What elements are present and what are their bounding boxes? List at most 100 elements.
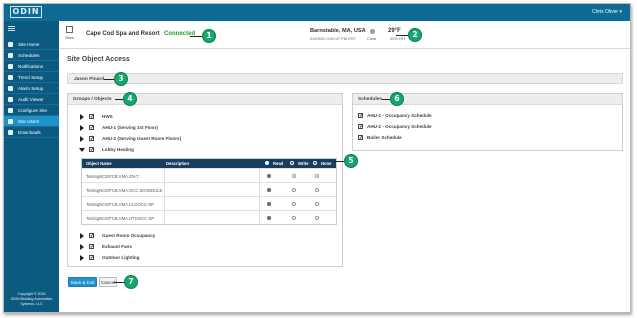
schedule-checkbox[interactable]: ✓ [358,124,363,130]
col-description: Description [166,161,190,166]
expand-arrow-icon[interactable] [80,255,84,261]
group-checkbox[interactable]: ✓ [89,114,94,120]
sidebar-item-label: Downloads [18,130,41,135]
schedule-checkbox[interactable]: ✓ [358,113,363,119]
table-row: TestingNCE/FCB.VMA.OCC.SCHEDULE [82,182,336,197]
users-icon [8,119,13,124]
sidebar-item-trend-setup[interactable]: Trend Setup [4,72,59,83]
group-row: ✓ Outdoor Lighting [80,254,330,262]
callout-leader [190,36,202,37]
read-radio[interactable] [267,202,271,206]
callout-2: 2 [408,28,422,42]
chart-icon [8,75,13,80]
object-name-cell: TestingNCE/FCB.VMA.ZN-T [86,174,139,179]
collapse-arrow-icon[interactable] [79,148,85,152]
sidebar-item-site-users[interactable]: Site Users [4,116,59,127]
humidity: 40% RH [390,36,405,41]
write-radio[interactable] [292,174,296,178]
site-location: Barnstable, MA, USA [310,28,366,34]
sidebar-item-notifications[interactable]: Notifications [4,61,59,72]
group-label: Guest Room Occupancy [102,233,156,238]
read-radio[interactable] [267,174,271,178]
bell-icon [8,64,13,69]
site-datetime: 01/09/20 4:00:47 PM EST [310,36,357,41]
group-row: ✓ AHU-2 (Serving Guest Room Floors) [80,135,330,143]
schedule-label: Boiler Schedule [367,135,402,140]
write-radio[interactable] [292,202,296,206]
read-radio[interactable] [267,188,271,192]
expand-arrow-icon[interactable] [80,233,84,239]
schedule-label: AHU-1 - Occupancy Schedule [367,113,432,118]
write-radio[interactable] [292,216,296,220]
group-label: Exhaust Fans [102,244,132,249]
table-body: TestingNCE/FCB.VMA.ZN-T TestingNCE/FCB.VM… [82,168,336,225]
callout-7: 7 [124,275,138,289]
schedule-checkbox[interactable]: ✓ [358,135,363,141]
sidebar-item-schedules[interactable]: Schedules [4,50,59,61]
expand-arrow-icon[interactable] [80,125,84,131]
app-window: ODIN Chris Oliver ▾ Site Home Schedules No… [3,3,631,313]
group-checkbox[interactable]: ✓ [89,244,94,250]
schedule-row: ✓ Boiler Schedule [358,134,608,142]
sidebar-item-audit-viewer[interactable]: Audit Viewer [4,94,59,105]
group-row: ✓ Lobby Heating [79,146,330,154]
menu-toggle-icon[interactable] [8,26,15,31]
table-row: TestingNCE/FCB.VMA.CLGOCC-SP [82,196,336,211]
sidebar-item-label: Site Users [18,119,40,124]
sites-label[interactable]: Sites [65,35,74,40]
column-divider [164,183,165,197]
copyright: Copyright © 2018 ODIN Building Automatio… [6,292,57,307]
save-exit-button[interactable]: Save & Exit [68,277,97,287]
group-row: ✓ Guest Room Occupancy [80,232,330,240]
download-icon [8,130,13,135]
read-all-radio[interactable] [265,161,269,165]
site-name: Cape Cod Spa and Resort [86,31,160,37]
callout-4: 4 [123,92,137,106]
none-all-radio[interactable] [313,161,317,165]
col-read: Read [273,161,284,166]
column-divider [164,211,165,225]
expand-arrow-icon[interactable] [80,114,84,120]
sidebar-item-label: Configure Site [18,108,48,113]
sidebar-item-label: Audit Viewer [18,97,44,102]
group-label: Outdoor Lighting [102,255,140,260]
group-checkbox[interactable]: ✓ [89,233,94,239]
group-label: HWS [102,114,113,119]
column-divider [164,197,165,211]
groups-panel-title: Groups / Objects [68,94,342,105]
expand-arrow-icon[interactable] [80,136,84,142]
sidebar-item-site-home[interactable]: Site Home [4,39,59,50]
weather-icon [370,29,375,34]
user-name-bar: Jason Pinard [67,73,623,84]
sidebar-item-configure-site[interactable]: Configure Site [4,105,59,116]
none-radio[interactable] [315,188,319,192]
none-radio[interactable] [315,174,319,178]
read-radio[interactable] [267,216,271,220]
none-radio[interactable] [315,202,319,206]
user-menu[interactable]: Chris Oliver ▾ [592,9,622,15]
sidebar: Site Home Schedules Notifications Trend Set… [4,21,59,312]
group-checkbox[interactable]: ✓ [89,147,94,153]
odin-logo: ODIN [10,6,42,18]
group-checkbox[interactable]: ✓ [89,125,94,131]
object-name-cell: TestingNCE/FCB.VMA.HTGOCC-SP [86,216,155,221]
groups-panel: Groups / Objects ✓ HWS ✓ AHU-1 (Serving 1st… [67,93,343,267]
group-checkbox[interactable]: ✓ [89,136,94,142]
write-radio[interactable] [292,188,296,192]
col-object-name: Object Name [86,161,112,166]
expand-arrow-icon[interactable] [80,244,84,250]
wrench-icon [8,108,13,113]
sidebar-item-label: Site Home [18,42,40,47]
sidebar-item-alarm-setup[interactable]: Alarm Setup [4,83,59,94]
group-checkbox[interactable]: ✓ [89,255,94,261]
callout-3: 3 [114,72,128,86]
column-divider [259,169,260,183]
none-radio[interactable] [315,216,319,220]
schedule-row: ✓ AHU-2 - Occupancy Schedule [358,123,608,131]
sidebar-item-downloads[interactable]: Downloads [4,127,59,138]
sites-icon[interactable] [66,26,73,33]
copyright-line: Systems, LLC [20,302,43,306]
objects-table: Object Name Description Read Write None … [81,158,337,225]
write-all-radio[interactable] [290,161,294,165]
site-header: Sites Cape Cod Spa and Resort Connected … [60,21,630,49]
